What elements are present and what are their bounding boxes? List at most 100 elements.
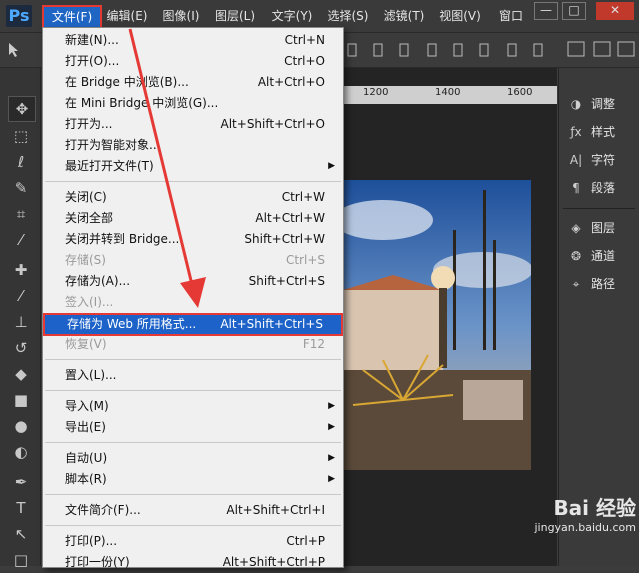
menu-item-label: 签入(I)... (65, 295, 114, 309)
panel-channels[interactable]: ❂ 通道 (567, 244, 637, 268)
menu-item-label: 导出(E) (65, 420, 106, 434)
panel-paragraph[interactable]: ¶ 段落 (567, 176, 637, 200)
rectangle-tool-icon[interactable]: □ (8, 548, 34, 572)
menu-item-shortcut: Alt+Shift+Ctrl+S (220, 317, 323, 331)
menu-item-shortcut: Ctrl+W (281, 190, 325, 204)
menu-item-label: 导入(M) (65, 399, 109, 413)
menu-item-shortcut: Shift+Ctrl+S (248, 274, 325, 288)
menu-item-shortcut: Alt+Shift+Ctrl+I (226, 503, 325, 517)
menu-item-label: 脚本(R) (65, 472, 107, 486)
submenu-arrow-icon: ▶ (328, 401, 335, 411)
panel-styles[interactable]: ƒx 样式 (567, 120, 637, 144)
panel-label: 图层 (591, 221, 616, 235)
tools-panel: ✥ ⬚ ℓ ✎ ⌗ ⁄ ✚ ⁄ ⊥ ↺ ◆ ■ ● ◐ ✒ T ↖ □ (0, 68, 41, 569)
panel-label: 路径 (591, 277, 616, 291)
path-select-tool-icon[interactable]: ↖ (8, 522, 34, 546)
paths-icon: ⌖ (572, 277, 580, 291)
blur-tool-icon[interactable]: ● (8, 414, 34, 438)
minimize-button[interactable]: — (534, 2, 558, 20)
menu-item-shortcut: Ctrl+N (284, 33, 325, 47)
panel-label: 字符 (591, 153, 616, 167)
menu-select[interactable]: 选择(S) (324, 6, 372, 26)
menu-item[interactable]: 置入(L)... (43, 365, 343, 386)
menu-edit[interactable]: 编辑(E) (104, 6, 150, 26)
crop-tool-icon[interactable]: ⌗ (8, 202, 34, 226)
menu-separator (45, 525, 341, 526)
move-icon[interactable] (6, 41, 26, 59)
gradient-tool-icon[interactable]: ■ (8, 388, 34, 412)
menu-item-shortcut: Ctrl+O (284, 54, 325, 68)
menu-item[interactable]: 导入(M) ▶ (43, 396, 343, 417)
menu-item-label: 存储为 Web 所用格式... (67, 317, 197, 331)
horizontal-ruler: 1200 1400 1600 (341, 86, 557, 104)
menu-item[interactable]: 自动(U) ▶ (43, 448, 343, 469)
lasso-tool-icon[interactable]: ℓ (8, 150, 34, 174)
menu-item-label: 打印(P)... (65, 534, 118, 548)
history-brush-tool-icon[interactable]: ↺ (8, 336, 34, 360)
menu-layer[interactable]: 图层(L) (212, 6, 258, 26)
menu-view[interactable]: 视图(V) (436, 6, 484, 26)
panel-paths[interactable]: ⌖ 路径 (567, 272, 637, 296)
panel-layers[interactable]: ◈ 图层 (567, 216, 637, 240)
eraser-tool-icon[interactable]: ◆ (8, 362, 34, 386)
red-arrow-annotation (128, 28, 206, 308)
menu-type[interactable]: 文字(Y) (268, 6, 316, 26)
menu-window[interactable]: 窗口 (494, 6, 528, 26)
photoshop-logo: Ps (6, 5, 32, 27)
document-photo[interactable] (343, 180, 531, 470)
adjustments-icon: ◑ (570, 97, 582, 111)
menu-image[interactable]: 图像(I) (158, 6, 204, 26)
panel-adjustments[interactable]: ◑ 调整 (567, 92, 637, 116)
panel-character[interactable]: A| 字符 (567, 148, 637, 172)
menu-filter[interactable]: 滤镜(T) (380, 6, 428, 26)
workspace-icons[interactable] (566, 39, 636, 61)
menu-item-label: 关闭全部 (65, 211, 114, 225)
layers-icon: ◈ (571, 221, 581, 235)
menu-file[interactable]: 文件(F) (42, 5, 102, 29)
submenu-arrow-icon: ▶ (328, 474, 335, 484)
menu-item-label: 打印一份(Y) (65, 555, 130, 569)
menu-item[interactable]: 脚本(R) ▶ (43, 469, 343, 490)
align-icons[interactable] (346, 41, 556, 59)
close-button[interactable]: ✕ (596, 2, 634, 20)
menu-item-save-for-web[interactable]: 存储为 Web 所用格式... Alt+Shift+Ctrl+S (43, 313, 343, 336)
ruler-label: 1600 (507, 87, 533, 98)
menu-item[interactable]: 导出(E) ▶ (43, 417, 343, 438)
menu-item-shortcut: Alt+Ctrl+O (257, 75, 325, 89)
marquee-tool-icon[interactable]: ⬚ (8, 124, 34, 148)
move-tool-icon[interactable]: ✥ (8, 96, 36, 122)
panel-label: 样式 (591, 125, 616, 139)
eyedropper-tool-icon[interactable]: ⁄ (8, 228, 34, 252)
menu-item-label: 恢复(V) (65, 337, 107, 351)
maximize-button[interactable]: □ (562, 2, 586, 20)
menu-item[interactable]: 打印(P)... Ctrl+P (43, 531, 343, 552)
menu-item-shortcut: Alt+Shift+Ctrl+O (220, 117, 325, 131)
paragraph-icon: ¶ (572, 181, 580, 195)
menu-item-shortcut: Ctrl+P (286, 534, 325, 548)
menu-separator (45, 390, 341, 391)
menu-item-shortcut: Ctrl+S (285, 253, 325, 267)
menu-item-shortcut: Shift+Ctrl+W (244, 232, 325, 246)
channels-icon: ❂ (570, 249, 582, 263)
menu-separator (45, 442, 341, 443)
baidu-watermark: Bai 经验 jingyan.baidu.com (470, 492, 636, 534)
menu-item-shortcut: F12 (302, 337, 325, 351)
panel-label: 调整 (591, 97, 616, 111)
healing-tool-icon[interactable]: ✚ (8, 258, 34, 282)
menu-item-label: 置入(L)... (65, 368, 117, 382)
menu-item-shortcut: Alt+Ctrl+W (255, 211, 325, 225)
panel-label: 通道 (591, 249, 616, 263)
dodge-tool-icon[interactable]: ◐ (8, 440, 34, 464)
panel-label: 段落 (591, 181, 616, 195)
menu-separator (45, 494, 341, 495)
submenu-arrow-icon: ▶ (328, 422, 335, 432)
quick-select-tool-icon[interactable]: ✎ (8, 176, 34, 200)
menu-item-label: 打开为... (65, 117, 113, 131)
brush-tool-icon[interactable]: ⁄ (8, 284, 34, 308)
submenu-arrow-icon: ▶ (328, 453, 335, 463)
menu-item[interactable]: 文件简介(F)... Alt+Shift+Ctrl+I (43, 500, 343, 521)
pen-tool-icon[interactable]: ✒ (8, 470, 34, 494)
stamp-tool-icon[interactable]: ⊥ (8, 310, 34, 334)
type-tool-icon[interactable]: T (8, 496, 34, 520)
menu-item[interactable]: 打印一份(Y) Alt+Shift+Ctrl+P (43, 552, 343, 573)
